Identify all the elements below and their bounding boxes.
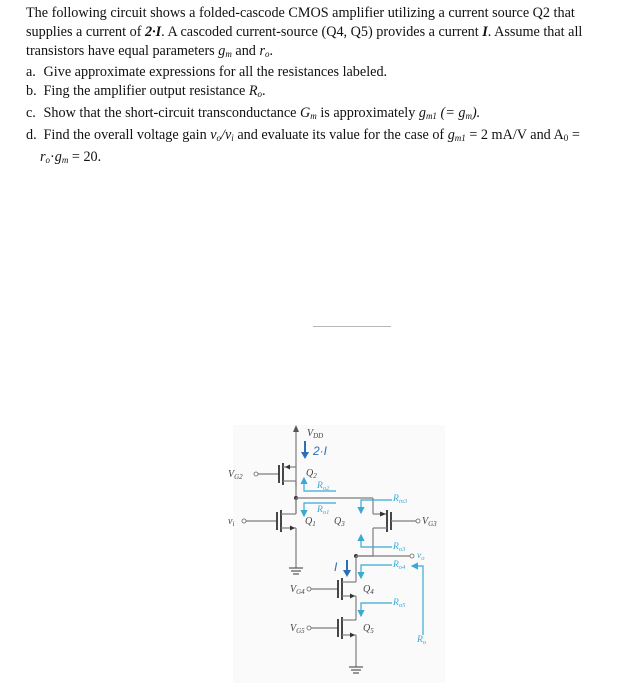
q1-label: Q1	[305, 516, 316, 528]
ro4-label: Ro4	[392, 560, 406, 571]
vg4-label: VG4	[290, 584, 305, 596]
current-2i-arrow	[301, 441, 309, 459]
transistor-q5	[306, 617, 357, 667]
ro3-label: Ro3	[392, 542, 406, 553]
vdd-rail	[293, 425, 299, 487]
current-i-arrow	[343, 560, 351, 577]
ground-q1-icon	[289, 567, 303, 575]
ro4-indicator	[357, 564, 392, 580]
ro-indicator	[410, 562, 424, 635]
ro1-label: Ro1	[316, 505, 329, 516]
vg5-label: VG5	[290, 623, 305, 635]
ground-q5-icon	[349, 666, 363, 674]
output-terminal	[409, 553, 415, 559]
ro5-indicator	[357, 602, 392, 618]
vdd-label: VDD	[307, 428, 323, 440]
vg3-label: VG3	[422, 516, 437, 528]
ro-label: Ro	[416, 635, 427, 646]
q4-label: Q4	[363, 584, 374, 596]
rin3-label: Rin3	[392, 494, 408, 505]
current-i-label: I	[334, 560, 338, 574]
transistor-q4	[306, 556, 357, 620]
vo-label: vo	[417, 551, 425, 562]
ro2-label: Ro2	[316, 481, 330, 492]
ro5-label: Ro5	[392, 598, 406, 609]
circuit-diagram: VDD 2·I VG2 Q2 Ro2 Ro1 vi Q1 Q3 VG3 Rin3…	[228, 425, 437, 674]
vg2-label: VG2	[228, 469, 243, 481]
ro3-indicator	[357, 533, 392, 548]
transistor-q1	[241, 498, 297, 568]
q5-label: Q5	[363, 623, 374, 635]
transistor-q2	[253, 463, 297, 513]
vi-label: vi	[228, 516, 234, 528]
q3-label: Q3	[334, 516, 345, 528]
current-2i-label: 2·I	[312, 444, 328, 458]
q2-label: Q2	[306, 468, 317, 480]
